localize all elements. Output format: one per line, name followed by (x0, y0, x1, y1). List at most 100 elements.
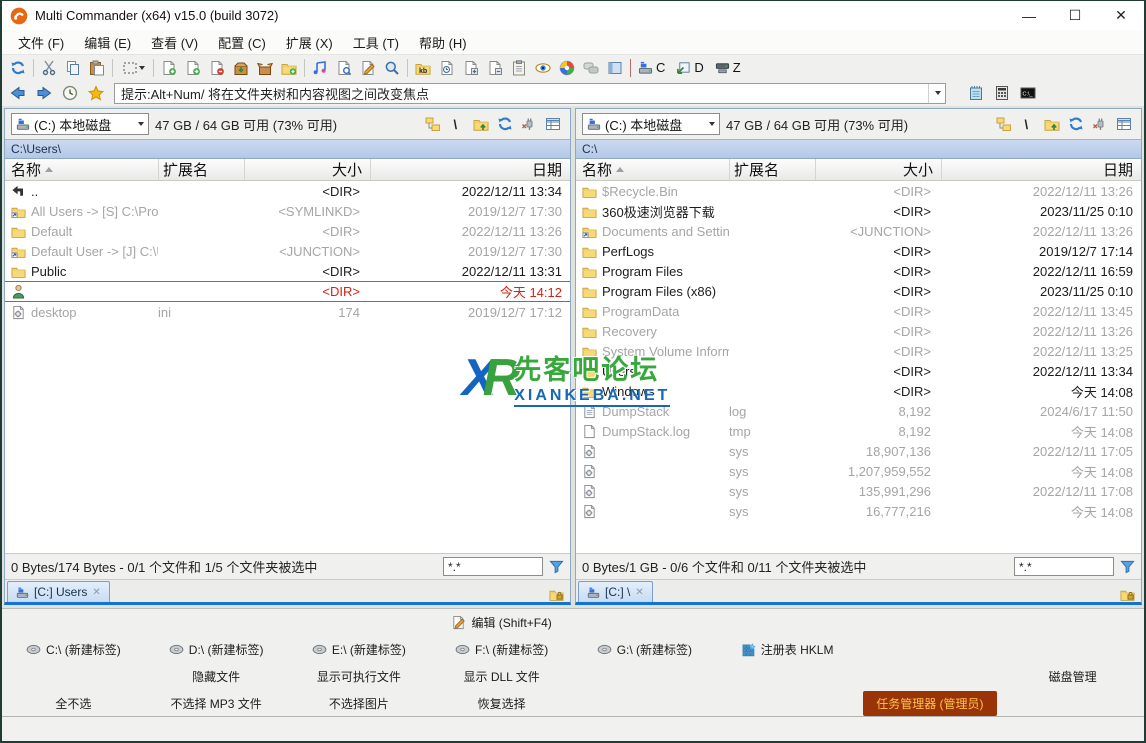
file-row[interactable]: sys1,207,959,552今天 14:08 (576, 461, 1141, 481)
right-path-bar[interactable]: C:\ (576, 139, 1141, 159)
menu-help[interactable]: 帮助 (H) (409, 30, 477, 55)
locked-folder-icon[interactable] (1120, 587, 1135, 602)
forward-button[interactable] (32, 82, 56, 104)
command-prompt-button[interactable] (1016, 82, 1040, 104)
left-refresh-button[interactable] (494, 113, 516, 135)
disk-management-button[interactable]: 磁盘管理 (1040, 665, 1106, 688)
file-row[interactable]: Users<DIR>2022/12/11 13:34 (576, 361, 1141, 381)
file-row[interactable]: PerfLogs<DIR>2019/12/7 17:14 (576, 241, 1141, 261)
select-none-button[interactable]: 全不选 (46, 692, 100, 715)
file-row[interactable]: Documents and Settings -> [J] C:\...<JUN… (576, 221, 1141, 241)
calculator-button[interactable] (990, 82, 1014, 104)
right-column-ext[interactable]: 扩展名 (729, 159, 815, 180)
new-file-button[interactable] (157, 57, 181, 79)
task-manager-admin-button[interactable]: 任务管理器 (管理员) (863, 691, 996, 716)
right-drive-selector[interactable]: (C:) 本地磁盘 (582, 113, 720, 135)
file-row[interactable]: <DIR>今天 14:12 (5, 281, 570, 302)
menu-view[interactable]: 查看 (V) (141, 30, 208, 55)
new-tab-e-button[interactable]: E:\ (新建标签) (303, 638, 415, 661)
favorites-button[interactable] (84, 82, 108, 104)
pack-button[interactable] (229, 57, 253, 79)
file-row[interactable]: Program Files<DIR>2022/12/11 16:59 (576, 261, 1141, 281)
view-file-button[interactable] (531, 57, 555, 79)
file-row[interactable]: DumpStacklog8,1922024/6/17 11:50 (576, 401, 1141, 421)
new-tab-f-button[interactable]: F:\ (新建标签) (446, 638, 557, 661)
colors-button[interactable] (555, 57, 579, 79)
filter-funnel-icon[interactable] (1120, 559, 1135, 574)
file-row[interactable]: ..<DIR>2022/12/11 13:34 (5, 181, 570, 201)
left-parent-folder-button[interactable] (470, 113, 492, 135)
new-tab-c-button[interactable]: C:\ (新建标签) (17, 638, 130, 661)
filter-funnel-icon[interactable] (549, 559, 564, 574)
right-column-size[interactable]: 大小 (815, 159, 941, 180)
file-row[interactable]: Public<DIR>2022/12/11 13:31 (5, 261, 570, 281)
close-button[interactable]: ✕ (1098, 1, 1144, 30)
cut-button[interactable] (37, 57, 61, 79)
minimize-button[interactable]: — (1006, 1, 1052, 30)
maximize-button[interactable]: ☐ (1052, 1, 1098, 30)
command-line-input[interactable] (115, 86, 928, 101)
search-button[interactable] (380, 57, 404, 79)
back-button[interactable] (6, 82, 30, 104)
left-disconnect-button[interactable] (518, 113, 540, 135)
unpack-button[interactable] (253, 57, 277, 79)
registry-hklm-button[interactable]: 注册表 HKLM (732, 638, 843, 661)
file-row[interactable]: 360极速浏览器下载<DIR>2023/11/25 0:10 (576, 201, 1141, 221)
new-tab-d-button[interactable]: D:\ (新建标签) (160, 638, 273, 661)
left-drive-selector[interactable]: (C:) 本地磁盘 (11, 113, 149, 135)
file-row[interactable]: sys18,907,1362022/12/11 17:05 (576, 441, 1141, 461)
remove-doc-button[interactable] (483, 57, 507, 79)
show-executables-button[interactable]: 显示可执行文件 (308, 665, 410, 688)
recent-docs-button[interactable] (435, 57, 459, 79)
right-goto-root-button[interactable] (1017, 113, 1039, 135)
keyboard-shortcuts-button[interactable] (411, 57, 435, 79)
file-row[interactable]: Default User -> [J] C:\Users\Default<JUN… (5, 241, 570, 261)
file-row[interactable]: All Users -> [S] C:\ProgramData<SYMLINKD… (5, 201, 570, 221)
preview-button[interactable] (332, 57, 356, 79)
left-folder-tree-button[interactable] (422, 113, 444, 135)
command-dropdown-button[interactable] (928, 84, 945, 103)
file-row[interactable]: sys16,777,216今天 14:08 (576, 501, 1141, 521)
left-path-bar[interactable]: C:\Users\ (5, 139, 570, 159)
drive-c-button[interactable]: C (634, 58, 672, 77)
left-view-mode-button[interactable] (542, 113, 564, 135)
history-button[interactable] (58, 82, 82, 104)
paste-button[interactable] (85, 57, 109, 79)
menu-file[interactable]: 文件 (F) (8, 30, 74, 55)
file-row[interactable]: desktopini1742019/12/7 17:12 (5, 302, 570, 322)
notepad-button[interactable] (964, 82, 988, 104)
file-row[interactable]: Windows<DIR>今天 14:08 (576, 381, 1141, 401)
left-goto-root-button[interactable] (446, 113, 468, 135)
new-folder-button[interactable] (277, 57, 301, 79)
right-disconnect-button[interactable] (1089, 113, 1111, 135)
right-column-name[interactable]: 名称 (576, 159, 729, 180)
deselect-mp3-button[interactable]: 不选择 MP3 文件 (161, 692, 270, 715)
restore-selection-button[interactable]: 恢复选择 (469, 692, 535, 715)
drive-z-button[interactable]: Z (711, 58, 748, 77)
comments-button[interactable] (579, 57, 603, 79)
right-filter-input[interactable]: *.* (1014, 557, 1114, 576)
menu-config[interactable]: 配置 (C) (208, 30, 276, 55)
right-folder-tree-button[interactable] (993, 113, 1015, 135)
menu-tools[interactable]: 工具 (T) (343, 30, 409, 55)
panel-layout-button[interactable] (603, 57, 627, 79)
command-line-box[interactable] (114, 83, 946, 104)
right-tab[interactable]: [C:] \ ✕ (578, 581, 653, 602)
delete-file-button[interactable] (205, 57, 229, 79)
drive-d-button[interactable]: D (672, 58, 710, 77)
left-column-size[interactable]: 大小 (244, 159, 370, 180)
file-row[interactable]: Program Files (x86)<DIR>2023/11/25 0:10 (576, 281, 1141, 301)
left-tab[interactable]: [C:] Users ✕ (7, 581, 110, 602)
copy-button[interactable] (61, 57, 85, 79)
right-column-date[interactable]: 日期 (941, 159, 1141, 180)
show-dll-button[interactable]: 显示 DLL 文件 (455, 665, 549, 688)
right-view-mode-button[interactable] (1113, 113, 1135, 135)
goto-file-button[interactable] (181, 57, 205, 79)
add-doc-button[interactable] (459, 57, 483, 79)
file-row[interactable]: Recovery<DIR>2022/12/11 13:26 (576, 321, 1141, 341)
menu-edit[interactable]: 编辑 (E) (74, 30, 141, 55)
new-tab-g-button[interactable]: G:\ (新建标签) (588, 638, 701, 661)
file-row[interactable]: System Volume Information<DIR>2022/12/11… (576, 341, 1141, 361)
left-filter-input[interactable]: *.* (443, 557, 543, 576)
deselect-images-button[interactable]: 不选择图片 (320, 692, 398, 715)
